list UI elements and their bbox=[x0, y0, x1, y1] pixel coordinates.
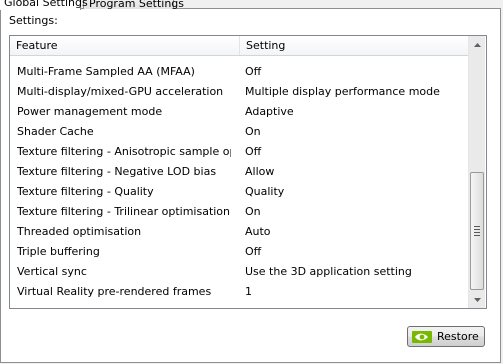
scroll-up-button[interactable] bbox=[469, 36, 485, 53]
setting-cell[interactable]: Auto bbox=[245, 222, 463, 242]
scroll-thumb[interactable] bbox=[470, 172, 484, 290]
feature-cell: Texture filtering - Anisotropic sample o… bbox=[17, 145, 231, 158]
feature-cell: Vertical sync bbox=[17, 265, 87, 278]
vertical-scrollbar[interactable] bbox=[468, 36, 485, 308]
table-row[interactable]: Texture filtering - Quality Quality bbox=[10, 182, 468, 202]
arrow-up-icon bbox=[473, 42, 481, 47]
tab-program-settings[interactable]: Program Settings bbox=[83, 0, 184, 10]
grip-icon bbox=[474, 226, 480, 238]
table-row[interactable]: Shader Cache On bbox=[10, 122, 468, 142]
setting-cell[interactable]: Adaptive bbox=[245, 102, 463, 122]
setting-cell[interactable]: Use the 3D application setting bbox=[245, 262, 463, 282]
feature-cell: Shader Cache bbox=[17, 125, 94, 138]
restore-button[interactable]: Restore bbox=[407, 326, 485, 347]
list-header: Feature Setting bbox=[10, 36, 468, 56]
scroll-down-button[interactable] bbox=[469, 291, 485, 308]
setting-cell[interactable]: Off bbox=[245, 242, 463, 262]
setting-cell[interactable]: On bbox=[245, 122, 463, 142]
setting-cell[interactable]: Quality bbox=[245, 182, 463, 202]
feature-cell: Texture filtering - Negative LOD bias bbox=[17, 165, 217, 178]
tab-global-settings[interactable]: Global Settings bbox=[0, 0, 88, 10]
setting-cell[interactable]: 1 bbox=[245, 282, 463, 302]
feature-cell: Texture filtering - Trilinear optimisati… bbox=[17, 205, 231, 218]
table-row[interactable]: Multi-display/mixed-GPU acceleration Mult… bbox=[10, 82, 468, 102]
setting-cell[interactable]: Off bbox=[245, 142, 463, 162]
feature-cell: Multi-Frame Sampled AA (MFAA) bbox=[17, 65, 195, 78]
setting-cell[interactable]: Off bbox=[245, 62, 463, 82]
restore-button-label: Restore bbox=[437, 330, 479, 343]
feature-cell: Multi-display/mixed-GPU acceleration bbox=[17, 85, 224, 98]
tab-global-settings-label: Global Settings bbox=[4, 0, 88, 9]
settings-label: Settings: bbox=[9, 14, 58, 27]
table-row[interactable]: Vertical sync Use the 3D application sett… bbox=[10, 262, 468, 282]
table-row[interactable]: Multi-Frame Sampled AA (MFAA) Off bbox=[10, 62, 468, 82]
table-row[interactable]: Power management mode Adaptive bbox=[10, 102, 468, 122]
table-row[interactable]: Triple buffering Off bbox=[10, 242, 468, 262]
feature-cell: Power management mode bbox=[17, 105, 163, 118]
arrow-down-icon bbox=[473, 297, 481, 302]
feature-cell: Triple buffering bbox=[17, 245, 100, 258]
table-row[interactable]: Texture filtering - Anisotropic sample o… bbox=[10, 142, 468, 162]
table-row[interactable]: Virtual Reality pre-rendered frames 1 bbox=[10, 282, 468, 302]
tab-program-settings-label: Program Settings bbox=[89, 0, 185, 10]
feature-cell: Texture filtering - Quality bbox=[17, 185, 154, 198]
setting-cell[interactable]: Multiple display performance mode bbox=[245, 82, 463, 102]
setting-cell[interactable]: On bbox=[245, 202, 463, 222]
feature-cell: Virtual Reality pre-rendered frames bbox=[17, 285, 212, 298]
nvidia-logo-icon bbox=[412, 331, 432, 343]
setting-cell[interactable]: Allow bbox=[245, 162, 463, 182]
table-row[interactable]: Texture filtering - Negative LOD bias All… bbox=[10, 162, 468, 182]
table-row[interactable]: Threaded optimisation Auto bbox=[10, 222, 468, 242]
settings-list: Feature Setting Multi-Frame Sampled AA (… bbox=[9, 35, 487, 309]
feature-cell: Threaded optimisation bbox=[17, 225, 142, 238]
column-header-setting[interactable]: Setting bbox=[240, 36, 468, 55]
column-header-feature[interactable]: Feature bbox=[10, 36, 240, 55]
table-row[interactable]: Texture filtering - Trilinear optimisati… bbox=[10, 202, 468, 222]
